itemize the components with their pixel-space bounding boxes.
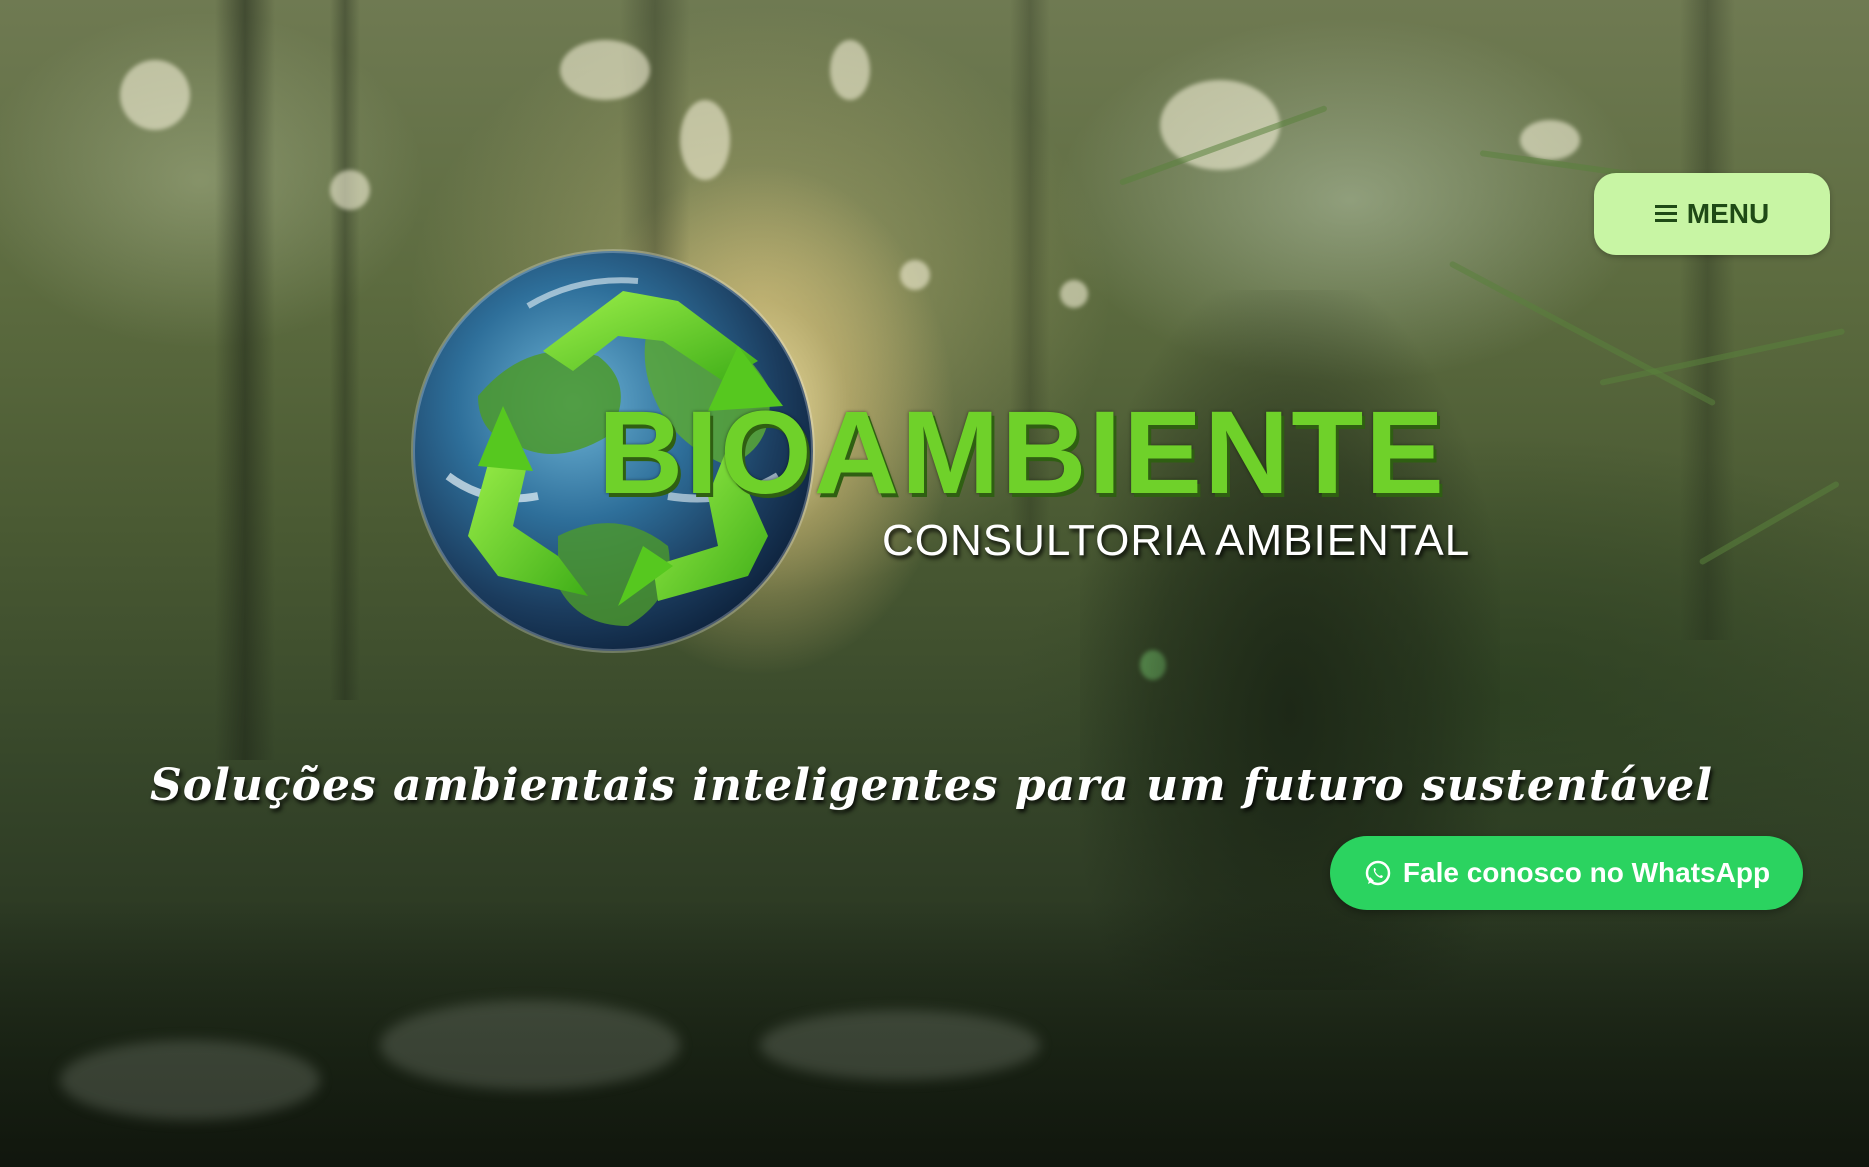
- hamburger-icon: [1654, 205, 1677, 223]
- brand-name: BIOAMBIENTE: [598, 387, 1446, 519]
- light-speck: [120, 60, 190, 130]
- light-speck: [330, 170, 370, 210]
- menu-button[interactable]: MENU: [1594, 173, 1830, 255]
- tree-trunk: [330, 0, 360, 700]
- brand-logo: BIOAMBIENTE CONSULTORIA AMBIENTAL: [408, 246, 1469, 666]
- whatsapp-icon: [1365, 860, 1391, 886]
- light-speck: [680, 100, 730, 180]
- tree-trunk: [215, 0, 275, 760]
- light-speck: [830, 40, 870, 100]
- menu-label: MENU: [1686, 198, 1770, 229]
- light-speck: [560, 40, 650, 100]
- whatsapp-button[interactable]: Fale conosco no WhatsApp: [1330, 836, 1803, 910]
- rock: [380, 1000, 680, 1090]
- rock: [760, 1010, 1040, 1080]
- light-speck: [1520, 120, 1580, 160]
- hero-tagline: Soluções ambientais inteligentes para um…: [150, 760, 1714, 811]
- light-speck: [1160, 80, 1280, 170]
- brand-subtitle: CONSULTORIA AMBIENTAL: [882, 516, 1471, 565]
- whatsapp-label: Fale conosco no WhatsApp: [1402, 857, 1771, 888]
- rock: [60, 1040, 320, 1120]
